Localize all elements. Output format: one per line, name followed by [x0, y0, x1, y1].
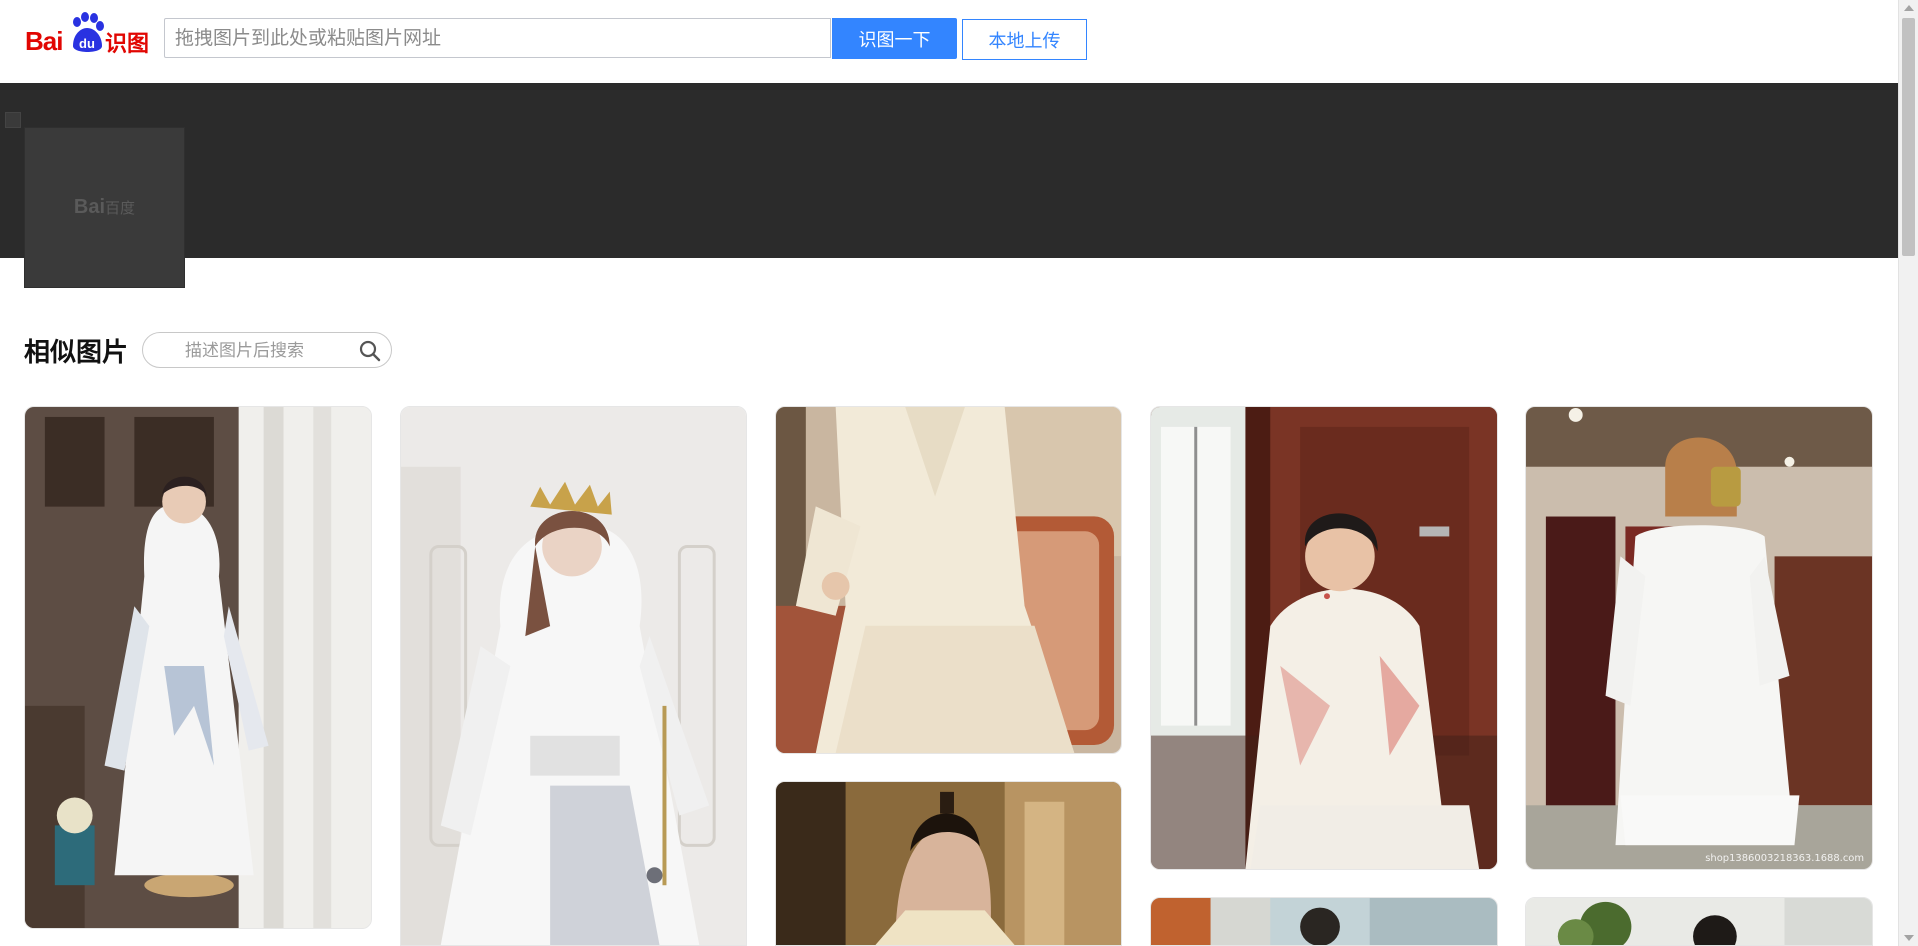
scroll-down-arrow-icon[interactable] — [1904, 935, 1914, 941]
logo-text-du: du — [79, 36, 95, 51]
result-image-5-watermark: shop1386003218363.1688.com — [1705, 853, 1864, 864]
result-image-5-picture: shop1386003218363.1688.com — [1526, 407, 1872, 869]
image-url-search-box — [164, 18, 831, 58]
baidu-shitu-logo[interactable]: Bai du 识图 — [25, 12, 150, 57]
top-bar: Bai du 识图 识图一下 本地上传 — [0, 0, 1898, 83]
logo-text-shitu: 识图 — [105, 32, 150, 57]
query-image-thumbnail[interactable]: Bai百度 — [24, 127, 185, 288]
result-image-6-picture — [776, 782, 1121, 945]
result-image-2-picture — [401, 407, 746, 945]
result-image-1[interactable] — [24, 406, 372, 929]
result-image-3[interactable] — [775, 406, 1122, 754]
page-scrollbar[interactable] — [1898, 0, 1918, 946]
result-image-2[interactable] — [400, 406, 747, 946]
scrollbar-thumb[interactable] — [1902, 18, 1915, 256]
query-image-watermark: Bai百度 — [73, 196, 136, 218]
describe-search-input[interactable] — [183, 333, 388, 369]
result-image-8[interactable] — [1525, 897, 1873, 946]
result-image-4[interactable] — [1150, 406, 1498, 870]
describe-search-box — [142, 332, 393, 369]
collapse-toggle-icon[interactable] — [5, 112, 21, 128]
query-banner — [0, 83, 1898, 258]
result-image-4-picture — [1151, 407, 1497, 869]
result-image-7[interactable] — [1150, 897, 1498, 946]
result-image-7-picture — [1151, 898, 1497, 945]
result-image-1-picture — [25, 407, 371, 928]
scroll-up-arrow-icon[interactable] — [1904, 5, 1914, 11]
search-icon[interactable] — [359, 340, 381, 362]
image-url-input[interactable] — [165, 19, 830, 57]
local-upload-button[interactable]: 本地上传 — [962, 19, 1087, 60]
result-image-6[interactable] — [775, 781, 1122, 946]
recognize-button[interactable]: 识图一下 — [832, 18, 957, 59]
result-image-8-picture — [1526, 898, 1872, 945]
similar-images-header: 相似图片 — [24, 330, 393, 370]
similar-images-title: 相似图片 — [24, 337, 129, 368]
logo-text-bai: Bai — [25, 26, 63, 56]
result-image-5[interactable]: shop1386003218363.1688.com — [1525, 406, 1873, 870]
result-image-3-picture — [776, 407, 1121, 753]
baidu-paw-icon: du — [73, 12, 104, 52]
